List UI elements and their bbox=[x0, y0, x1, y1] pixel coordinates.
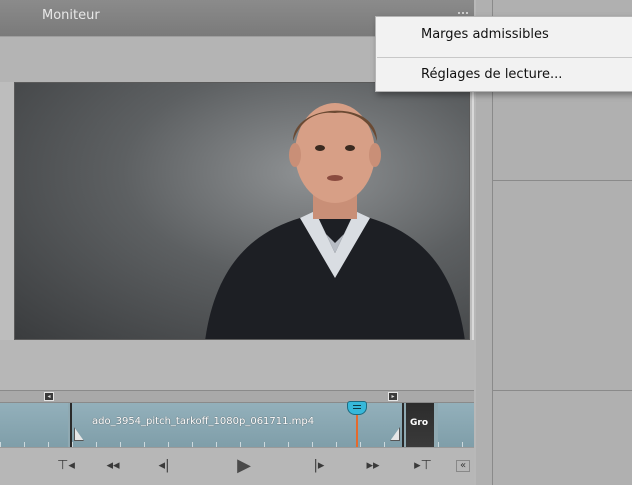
step-forward-icon: |▸ bbox=[313, 458, 325, 473]
panel-context-menu: Marges admissibles Réglages de lecture..… bbox=[375, 16, 632, 92]
play-icon: ▶ bbox=[237, 455, 251, 476]
next-clip[interactable]: Gro bbox=[406, 403, 436, 447]
goto-end-icon: ▸▸ bbox=[366, 458, 380, 473]
previous-clip[interactable] bbox=[0, 403, 68, 447]
speaker-image bbox=[205, 103, 465, 339]
timeline-zoom-bar[interactable]: ◂ ▸ bbox=[0, 390, 474, 403]
step-back-icon: ◂| bbox=[158, 458, 170, 473]
trim-in-handle-icon[interactable] bbox=[74, 427, 84, 441]
trim-out-handle-icon[interactable] bbox=[390, 427, 400, 441]
goto-start-icon: ◂◂ bbox=[106, 458, 120, 473]
app-root: Moniteur ◂ ▸ ado_3954_pitch_tarkoff_1080… bbox=[0, 0, 632, 485]
step-back-button[interactable]: ◂| bbox=[153, 458, 175, 474]
set-out-button[interactable]: ▸⊤ bbox=[412, 458, 434, 474]
next-clip-label: Gro bbox=[410, 418, 429, 428]
menu-item-playback-settings[interactable]: Réglages de lecture... bbox=[376, 60, 632, 90]
right-panel-divider bbox=[492, 390, 632, 391]
trailing-clip[interactable] bbox=[438, 403, 474, 447]
zoom-start-handle-icon[interactable]: ◂ bbox=[44, 392, 54, 401]
transport-bar: ⊤◂ ◂◂ ◂| ▶ |▸ ▸▸ ▸⊤ « bbox=[0, 447, 474, 485]
set-out-icon: ▸⊤ bbox=[414, 458, 432, 473]
monitor-lower-area bbox=[0, 340, 474, 390]
timeline-track[interactable]: ado_3954_pitch_tarkoff_1080p_061711.mp4 … bbox=[0, 401, 474, 447]
video-preview[interactable] bbox=[14, 82, 470, 340]
play-button[interactable]: ▶ bbox=[230, 455, 258, 476]
set-in-button[interactable]: ⊤◂ bbox=[55, 458, 77, 474]
menu-item-safe-margins[interactable]: Marges admissibles bbox=[376, 20, 632, 50]
collapse-icon: « bbox=[459, 460, 467, 471]
zoom-end-handle-icon[interactable]: ▸ bbox=[388, 392, 398, 401]
set-in-icon: ⊤◂ bbox=[57, 458, 75, 473]
collapse-button[interactable]: « bbox=[456, 460, 470, 472]
menu-separator bbox=[377, 57, 632, 58]
playhead-handle-icon[interactable] bbox=[347, 401, 367, 415]
right-panel-divider bbox=[492, 180, 632, 181]
goto-end-button[interactable]: ▸▸ bbox=[362, 458, 384, 474]
monitor-title: Moniteur bbox=[42, 8, 100, 23]
step-forward-button[interactable]: |▸ bbox=[308, 458, 330, 474]
clip-name-label: ado_3954_pitch_tarkoff_1080p_061711.mp4 bbox=[92, 416, 315, 427]
goto-start-button[interactable]: ◂◂ bbox=[102, 458, 124, 474]
